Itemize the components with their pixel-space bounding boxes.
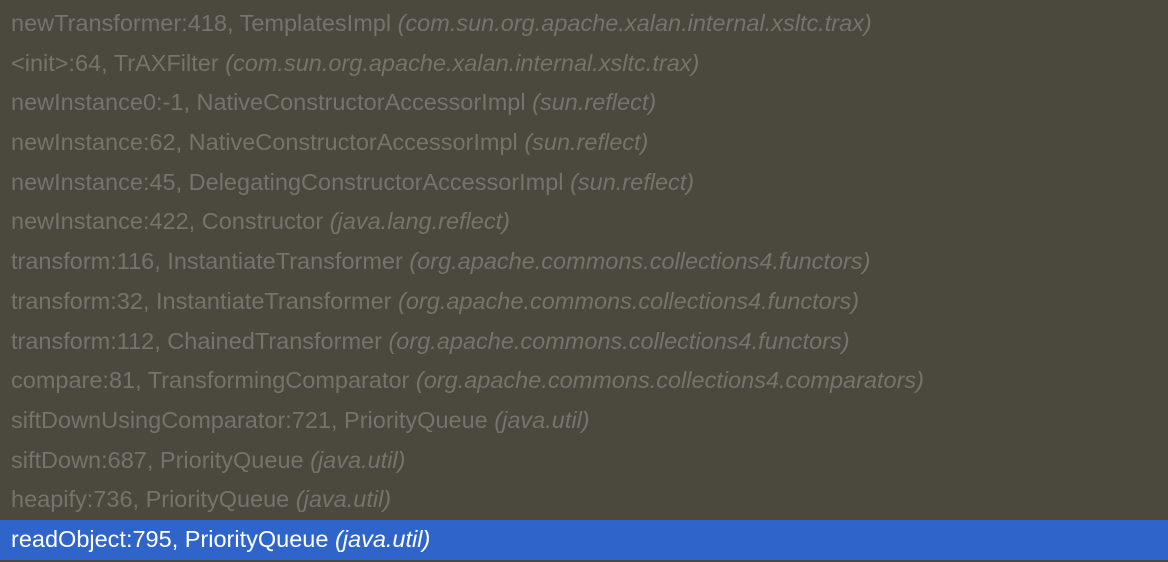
frame-package: (java.util) — [334, 525, 431, 552]
stack-frame-row[interactable]: newInstance:45, DelegatingConstructorAcc… — [0, 163, 1168, 203]
stack-frame-row[interactable]: siftDown:687, PriorityQueue (java.util) — [0, 441, 1168, 481]
frame-method-location: transform:112, ChainedTransformer — [11, 327, 382, 354]
frame-method-location: newInstance:45, DelegatingConstructorAcc… — [11, 168, 564, 195]
stack-frame-row[interactable]: transform:116, InstantiateTransformer (o… — [0, 242, 1168, 282]
frame-package: (sun.reflect) — [524, 129, 649, 156]
frame-package: (sun.reflect) — [570, 168, 695, 195]
stack-frame-row[interactable]: compare:81, TransformingComparator (org.… — [0, 361, 1168, 401]
frame-method-location: newInstance:422, Constructor — [11, 208, 324, 235]
frame-method-location: siftDownUsingComparator:721, PriorityQue… — [11, 406, 488, 433]
frame-package: (org.apache.commons.collections4.functor… — [388, 327, 850, 354]
frame-package: (org.apache.commons.collections4.compara… — [415, 367, 924, 394]
stack-frame-row-selected[interactable]: readObject:795, PriorityQueue (java.util… — [0, 519, 1168, 560]
frame-method-location: newTransformer:418, TemplatesImpl — [11, 10, 392, 36]
stack-frame-row[interactable]: newInstance0:-1, NativeConstructorAccess… — [0, 83, 1168, 123]
stack-frame-row[interactable]: newTransformer:418, TemplatesImpl (com.s… — [0, 4, 1168, 44]
frame-method-location: compare:81, TransformingComparator — [11, 367, 410, 394]
frame-package: (org.apache.commons.collections4.functor… — [398, 287, 860, 314]
stack-frame-row[interactable]: <init>:64, TrAXFilter (com.sun.org.apach… — [0, 44, 1168, 84]
frame-method-location: newInstance0:-1, NativeConstructorAccess… — [11, 89, 526, 116]
frame-package: (java.util) — [494, 406, 590, 433]
frame-package: (java.lang.reflect) — [329, 208, 510, 235]
frame-method-location: transform:116, InstantiateTransformer — [11, 248, 403, 275]
frame-method-location: siftDown:687, PriorityQueue — [11, 446, 304, 473]
frame-package: (java.util) — [310, 446, 406, 473]
frame-package: (org.apache.commons.collections4.functor… — [409, 248, 871, 275]
stack-frame-row[interactable]: siftDownUsingComparator:721, PriorityQue… — [0, 401, 1168, 441]
stack-frame-row[interactable]: newInstance:422, Constructor (java.lang.… — [0, 202, 1168, 242]
frame-package: (sun.reflect) — [532, 89, 657, 116]
frame-package: (com.sun.org.apache.xalan.internal.xsltc… — [397, 10, 872, 36]
frame-package: (com.sun.org.apache.xalan.internal.xsltc… — [225, 49, 700, 76]
frame-method-location: readObject:795, PriorityQueue — [11, 525, 329, 552]
stack-frame-list: newTransformer:418, TemplatesImpl (com.s… — [0, 0, 1168, 560]
debugger-frames-panel: newTransformer:418, TemplatesImpl (com.s… — [0, 0, 1168, 562]
frame-package: (java.util) — [295, 486, 392, 513]
stack-frame-row[interactable]: heapify:736, PriorityQueue (java.util) — [0, 480, 1168, 520]
stack-frame-row[interactable]: transform:32, InstantiateTransformer (or… — [0, 282, 1168, 322]
frame-method-location: heapify:736, PriorityQueue — [11, 486, 290, 513]
frame-method-location: transform:32, InstantiateTransformer — [11, 287, 392, 314]
stack-frame-row[interactable]: transform:112, ChainedTransformer (org.a… — [0, 322, 1168, 362]
frame-method-location: newInstance:62, NativeConstructorAccesso… — [11, 129, 518, 156]
frame-method-location: <init>:64, TrAXFilter — [11, 49, 219, 76]
stack-frame-row[interactable]: newInstance:62, NativeConstructorAccesso… — [0, 123, 1168, 163]
